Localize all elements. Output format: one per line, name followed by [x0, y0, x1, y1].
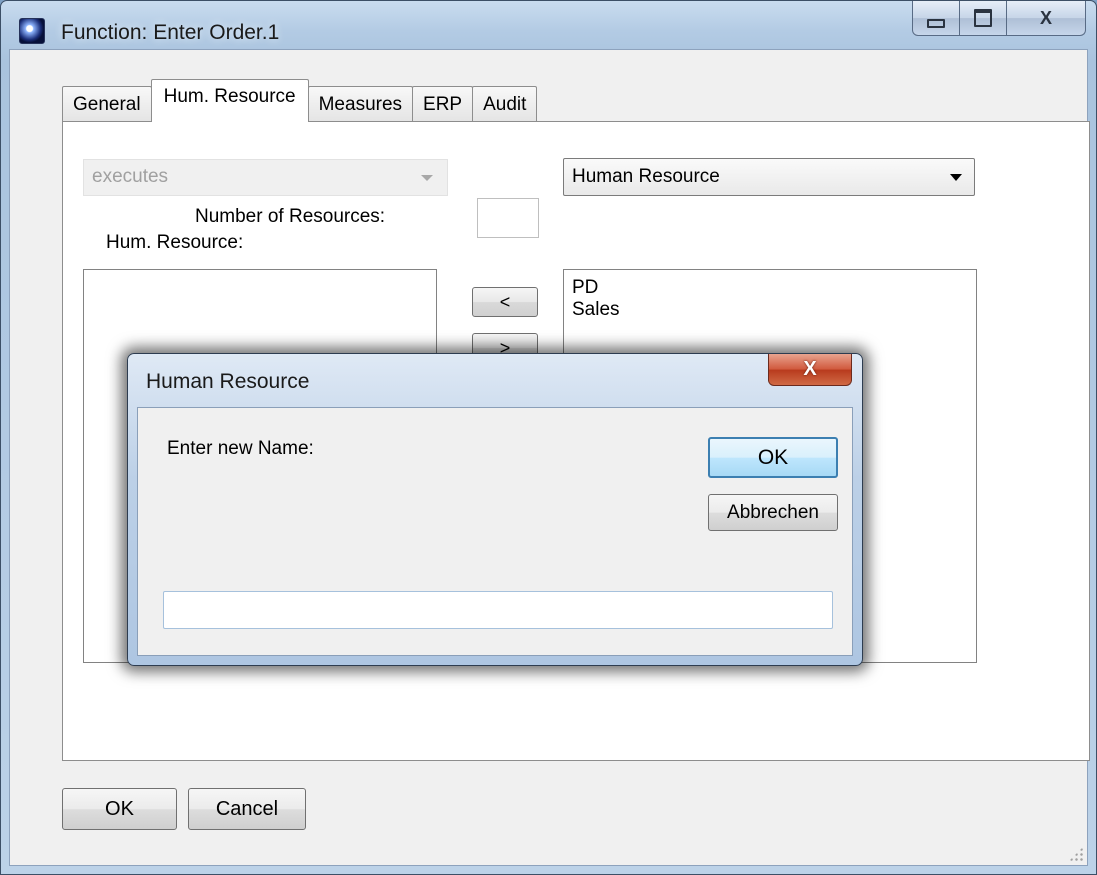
tab-measures[interactable]: Measures — [307, 86, 414, 122]
new-name-input[interactable] — [163, 591, 833, 629]
number-of-resources-input[interactable] — [477, 198, 539, 238]
title-bar[interactable]: Function: Enter Order.1 X — [1, 1, 1096, 49]
dialog-cancel-button[interactable]: Abbrechen — [708, 494, 838, 531]
list-item[interactable]: Sales — [564, 299, 976, 321]
caption-buttons: X — [912, 1, 1086, 39]
human-resource-dialog: Human Resource X Enter new Name: OK Abbr… — [127, 353, 863, 666]
close-icon: X — [803, 358, 817, 380]
dialog-ok-button[interactable]: OK — [708, 437, 838, 478]
tab-hum-resource[interactable]: Hum. Resource — [150, 79, 309, 122]
dialog-client-area: Enter new Name: OK Abbrechen — [137, 407, 853, 656]
resource-type-combo-value: Human Resource — [572, 166, 720, 187]
minimize-icon — [927, 18, 945, 28]
chevron-down-icon — [421, 175, 433, 181]
minimize-button[interactable] — [912, 1, 960, 36]
close-button[interactable]: X — [1007, 1, 1086, 36]
window-title: Function: Enter Order.1 — [61, 21, 280, 44]
tab-erp[interactable]: ERP — [412, 86, 474, 122]
maximize-icon — [974, 9, 992, 27]
list-item[interactable]: PD — [564, 277, 976, 299]
resource-type-combo[interactable]: Human Resource — [563, 158, 975, 196]
relation-combo-value: executes — [92, 166, 169, 187]
cancel-button[interactable]: Cancel — [188, 788, 306, 830]
app-icon — [19, 18, 45, 44]
hum-resource-label: Hum. Resource: — [106, 232, 244, 253]
dialog-close-button[interactable]: X — [768, 354, 852, 386]
close-icon: X — [1039, 7, 1052, 28]
tab-general[interactable]: General — [62, 86, 152, 122]
maximize-button[interactable] — [960, 1, 1007, 36]
relation-combo: executes — [83, 159, 448, 196]
enter-name-label: Enter new Name: — [167, 438, 314, 459]
move-left-button[interactable]: < — [472, 287, 538, 317]
tab-strip: General Hum. Resource Measures ERP Audit — [62, 78, 538, 122]
ok-button[interactable]: OK — [62, 788, 177, 830]
tab-audit[interactable]: Audit — [472, 86, 538, 122]
chevron-down-icon — [950, 174, 962, 181]
number-of-resources-label: Number of Resources: — [195, 206, 386, 227]
resize-grip[interactable] — [1069, 847, 1083, 861]
dialog-title: Human Resource — [146, 370, 310, 393]
